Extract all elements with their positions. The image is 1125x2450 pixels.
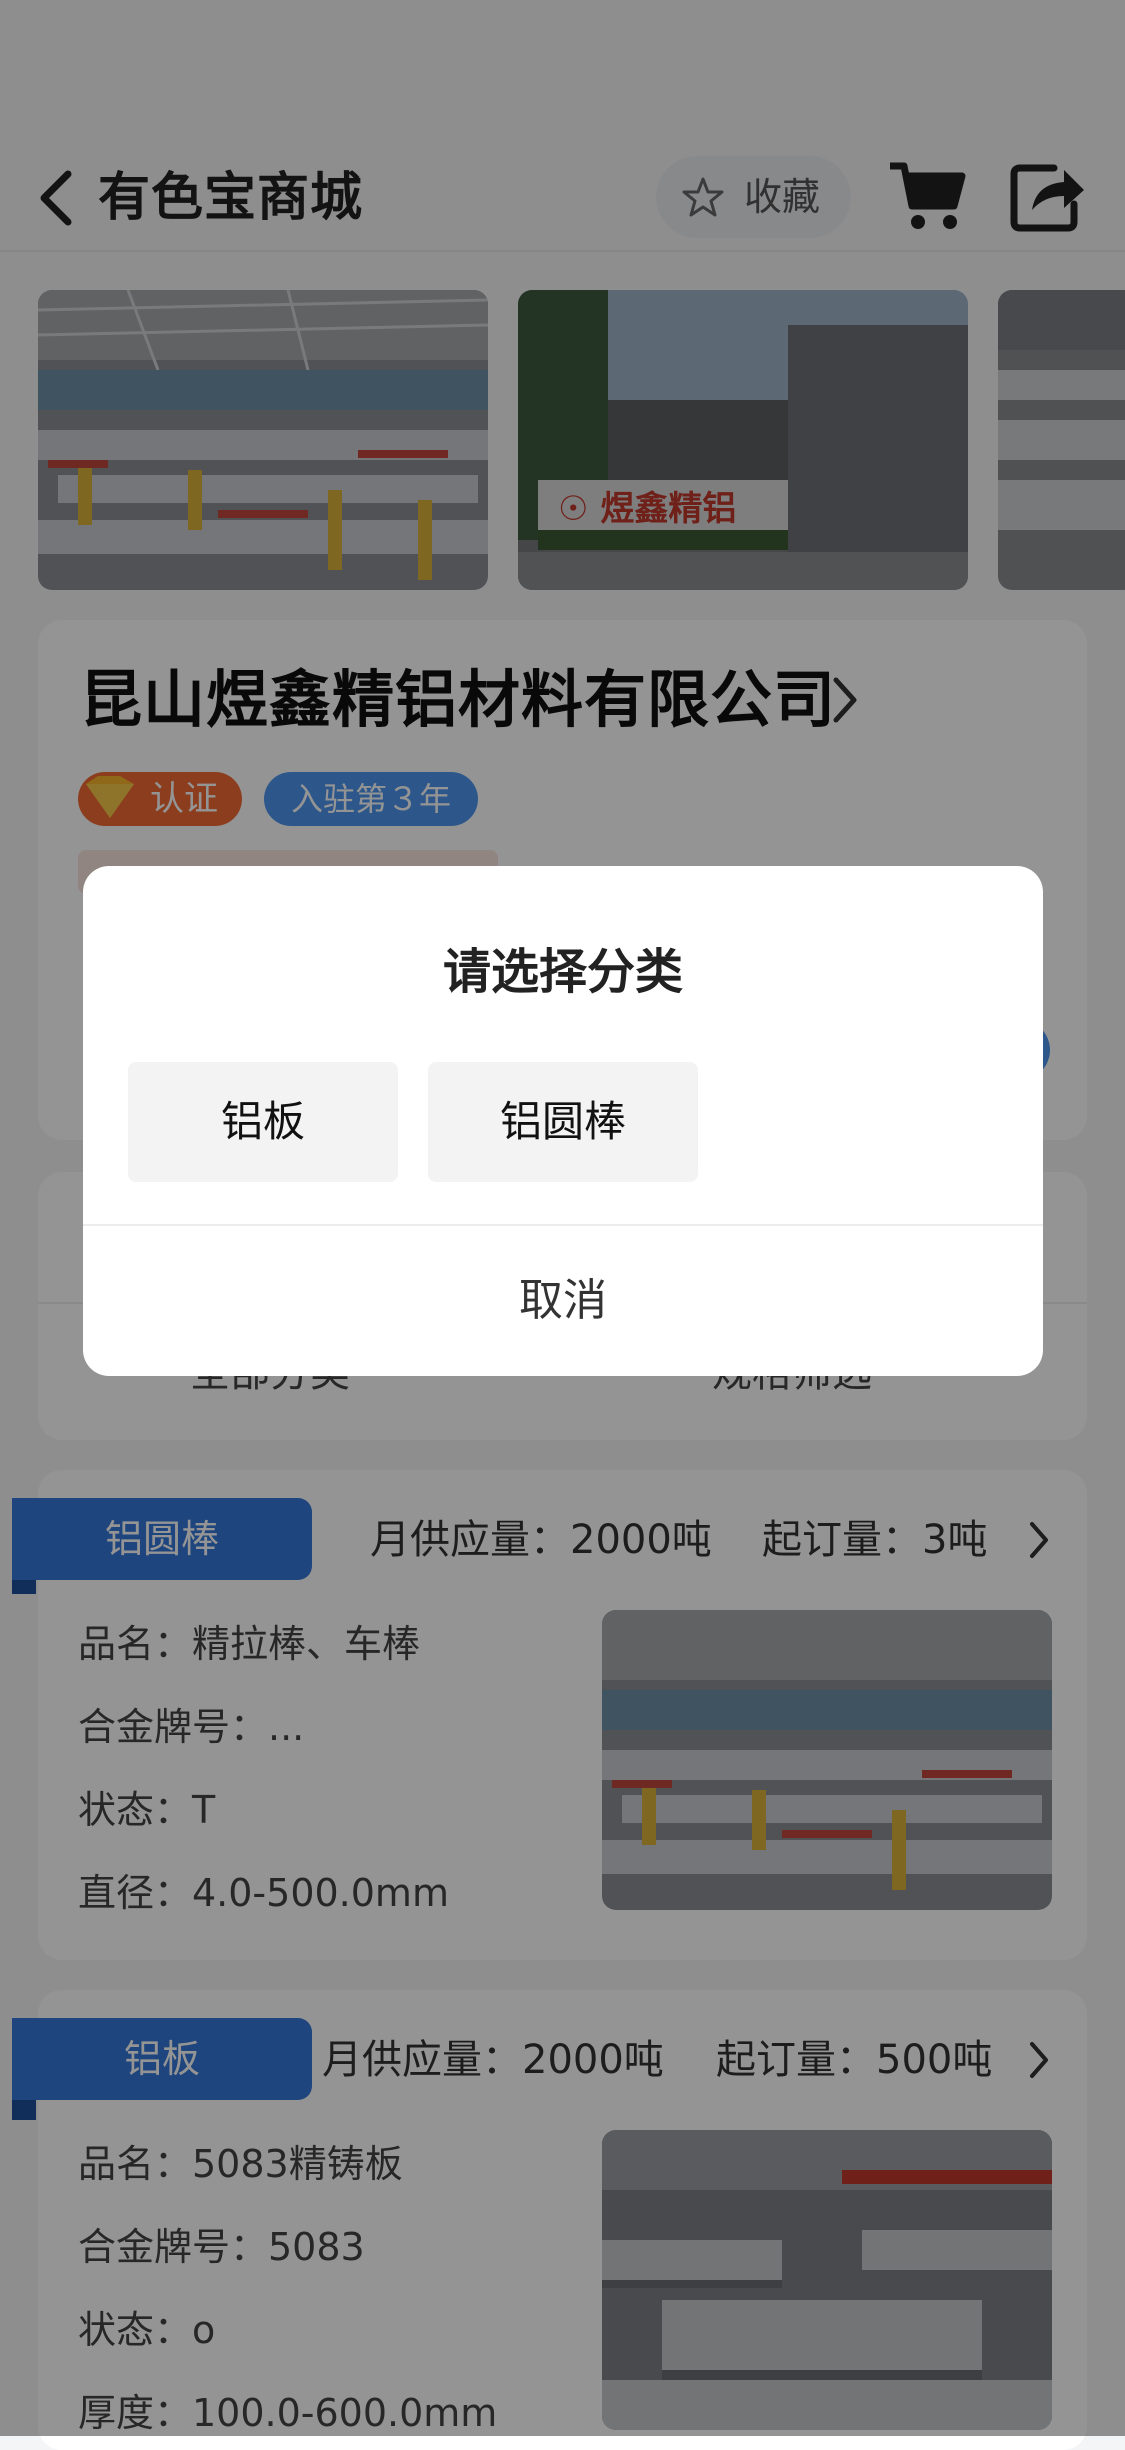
cancel-button[interactable]: 取消 (83, 1226, 1043, 1376)
category-option-aluminum-rod[interactable]: 铝圆棒 (428, 1062, 698, 1182)
category-option-aluminum-plate[interactable]: 铝板 (128, 1062, 398, 1182)
dialog-title: 请选择分类 (442, 944, 683, 1000)
category-select-dialog: 请选择分类 铝板 铝圆棒 取消 (83, 866, 1043, 1376)
